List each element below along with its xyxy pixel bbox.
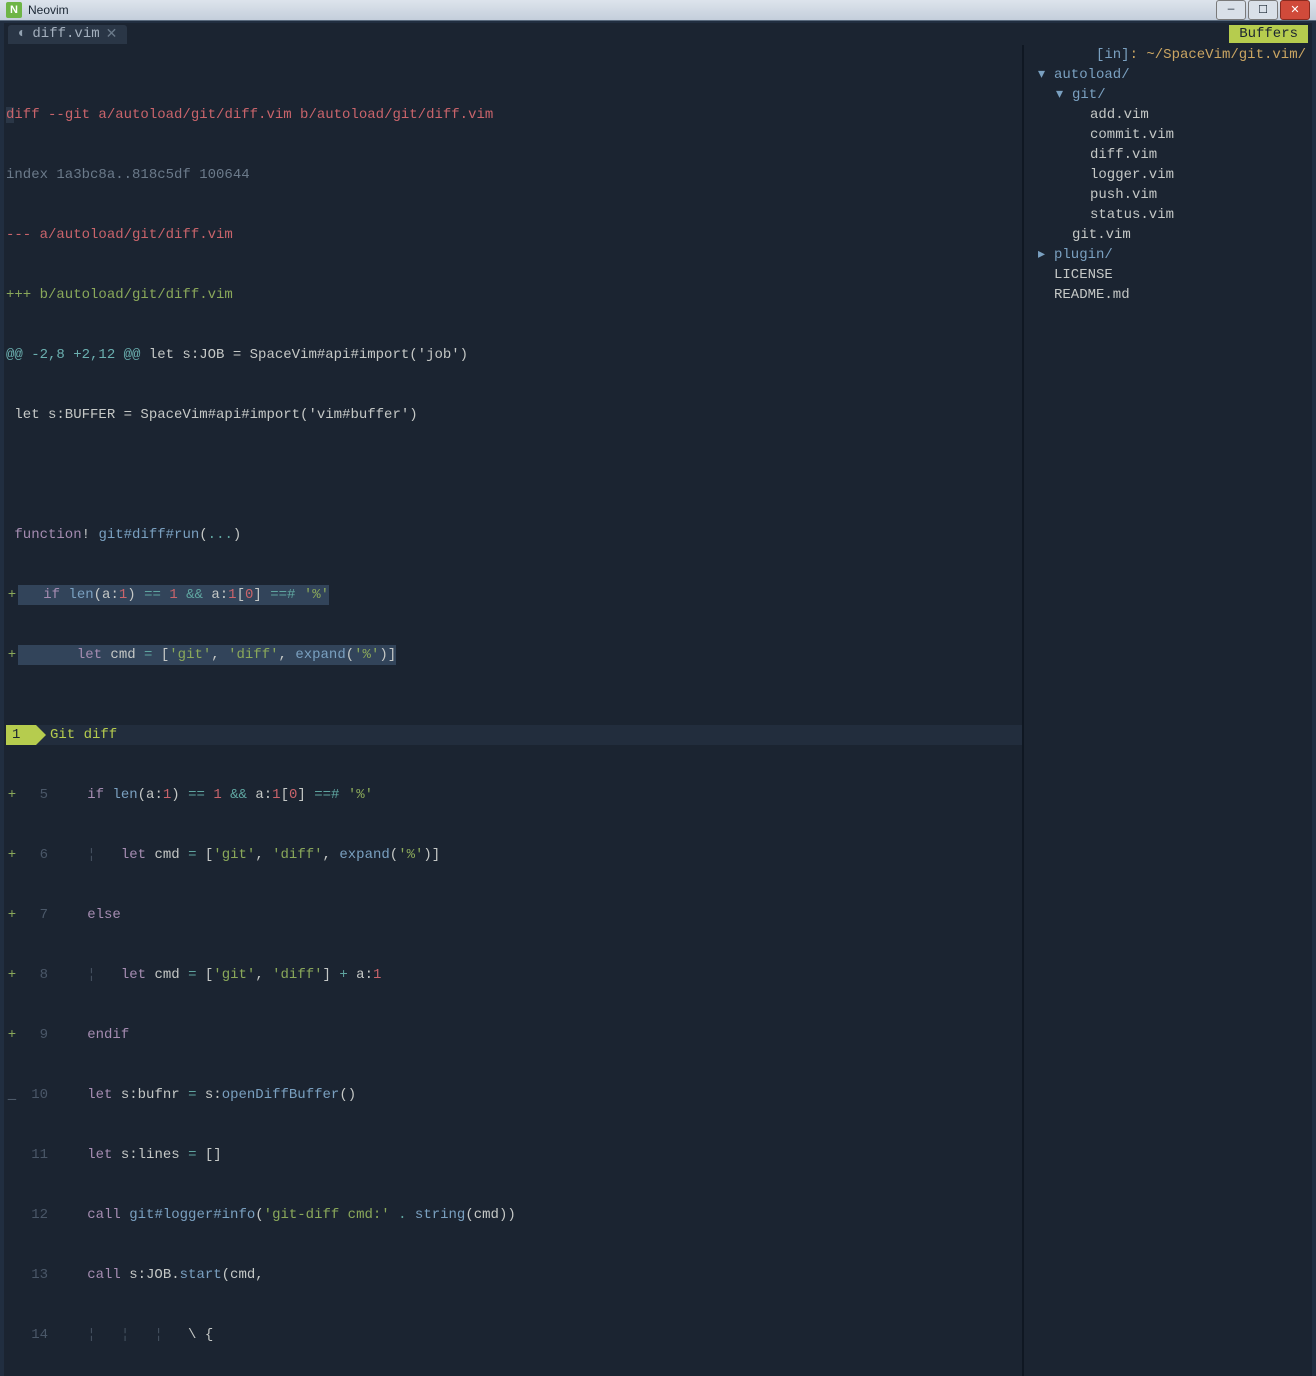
tree-label: status.vim bbox=[1090, 205, 1174, 225]
window-title: Neovim bbox=[28, 3, 69, 17]
tree-arrow-icon: ▸ bbox=[1038, 245, 1050, 265]
buffers-label[interactable]: Buffers bbox=[1229, 25, 1308, 43]
file-tree[interactable]: ▾autoload/▾git/add.vimcommit.vimdiff.vim… bbox=[1024, 65, 1312, 305]
window-titlebar: N Neovim — ☐ ✕ bbox=[0, 0, 1316, 21]
tree-file[interactable]: add.vim bbox=[1034, 105, 1312, 125]
diff-line-1: iff --git a/autoload/git/diff.vim b/auto… bbox=[14, 107, 493, 123]
context-fold-row[interactable]: 1 Git diff bbox=[6, 725, 1022, 745]
tree-file[interactable]: commit.vim bbox=[1034, 125, 1312, 145]
tree-file[interactable]: status.vim bbox=[1034, 205, 1312, 225]
tree-label: autoload/ bbox=[1054, 65, 1130, 85]
tree-file[interactable]: push.vim bbox=[1034, 185, 1312, 205]
diff-minus-file: --- a/autoload/git/diff.vim bbox=[6, 225, 233, 245]
tree-path: [in]: ~/SpaceVim/git.vim/ bbox=[1024, 45, 1312, 65]
tab-close-icon[interactable]: ✕ bbox=[106, 26, 118, 43]
close-button[interactable]: ✕ bbox=[1280, 0, 1310, 20]
diff-hunk: @@ -2,8 +2,12 @@ bbox=[6, 347, 140, 363]
diff-plus-file: +++ b/autoload/git/diff.vim bbox=[6, 285, 233, 305]
tree-file[interactable]: LICENSE bbox=[1034, 265, 1312, 285]
tree-label: LICENSE bbox=[1054, 265, 1113, 285]
maximize-button[interactable]: ☐ bbox=[1248, 0, 1278, 20]
tab-diff-vim[interactable]: ◐ diff.vim ✕ bbox=[8, 25, 127, 44]
file-icon: ◐ bbox=[18, 26, 26, 42]
code-line: let s:BUFFER = SpaceVim#api#import('vim#… bbox=[6, 405, 418, 425]
tree-label: push.vim bbox=[1090, 185, 1157, 205]
tree-file[interactable]: logger.vim bbox=[1034, 165, 1312, 185]
tree-arrow-icon: ▾ bbox=[1038, 65, 1050, 85]
tabline: ◐ diff.vim ✕ Buffers bbox=[4, 23, 1312, 45]
code-content: diff --git a/autoload/git/diff.vim b/aut… bbox=[4, 45, 1022, 1376]
tree-label: git.vim bbox=[1072, 225, 1131, 245]
code-pane[interactable]: diff --git a/autoload/git/diff.vim b/aut… bbox=[4, 45, 1022, 1376]
tree-label: add.vim bbox=[1090, 105, 1149, 125]
tab-filename: diff.vim bbox=[32, 26, 99, 42]
app-icon: N bbox=[6, 2, 22, 18]
file-tree-pane[interactable]: [in]: ~/SpaceVim/git.vim/ ▾autoload/▾git… bbox=[1022, 45, 1312, 1376]
tree-arrow-icon: ▾ bbox=[1056, 85, 1068, 105]
tree-label: commit.vim bbox=[1090, 125, 1174, 145]
diff-index: index 1a3bc8a..818c5df 100644 bbox=[6, 165, 250, 185]
fold-label: Git diff bbox=[50, 725, 117, 745]
fold-marker: 1 bbox=[6, 725, 36, 745]
editor-frame: ◐ diff.vim ✕ Buffers diff --git a/autolo… bbox=[0, 21, 1316, 1376]
tree-file[interactable]: README.md bbox=[1034, 285, 1312, 305]
tree-label: git/ bbox=[1072, 85, 1106, 105]
tree-dir[interactable]: ▾git/ bbox=[1034, 85, 1312, 105]
tree-file[interactable]: diff.vim bbox=[1034, 145, 1312, 165]
workspace: diff --git a/autoload/git/diff.vim b/aut… bbox=[4, 45, 1312, 1376]
minimize-button[interactable]: — bbox=[1216, 0, 1246, 20]
tree-label: plugin/ bbox=[1054, 245, 1113, 265]
tree-file[interactable]: git.vim bbox=[1034, 225, 1312, 245]
tree-dir[interactable]: ▾autoload/ bbox=[1034, 65, 1312, 85]
tree-label: logger.vim bbox=[1090, 165, 1174, 185]
tree-dir[interactable]: ▸plugin/ bbox=[1034, 245, 1312, 265]
tree-label: diff.vim bbox=[1090, 145, 1157, 165]
tree-label: README.md bbox=[1054, 285, 1130, 305]
